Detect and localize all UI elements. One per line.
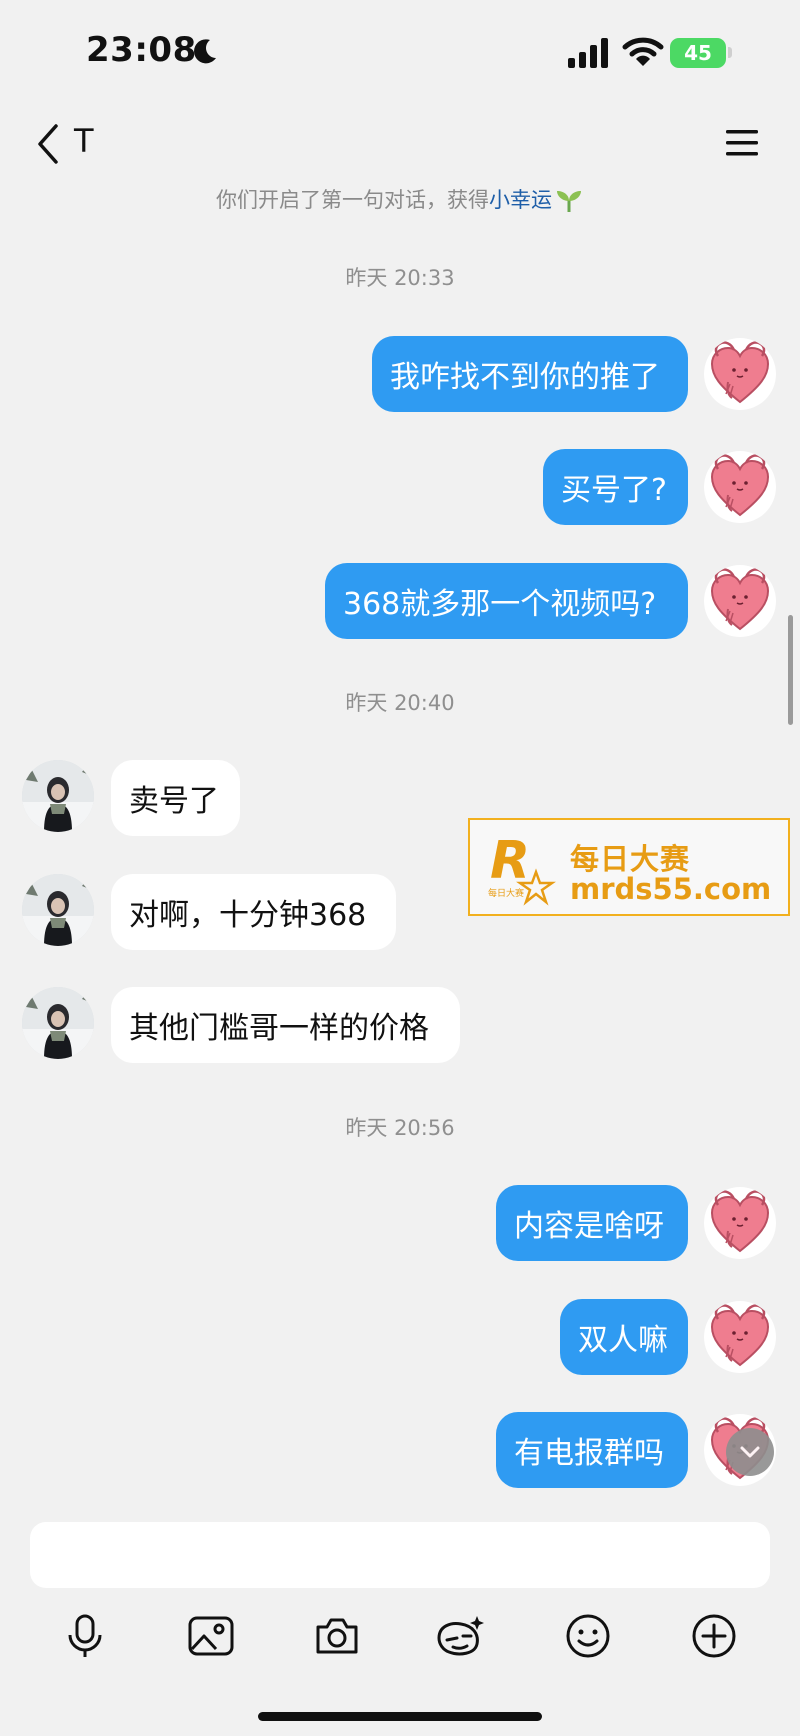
message-bubble-incoming[interactable]: 卖号了 (111, 760, 240, 836)
scroll-to-bottom-button[interactable] (726, 1428, 774, 1476)
cellular-signal-icon (568, 38, 608, 68)
more-button[interactable] (686, 1608, 742, 1664)
message-bubble-outgoing[interactable]: 368就多那一个视频吗? (325, 563, 688, 639)
avatar[interactable] (704, 1187, 776, 1259)
chat-header: T (0, 100, 800, 182)
message-input[interactable] (30, 1522, 770, 1588)
moon-icon (194, 39, 216, 64)
sticker-button[interactable] (432, 1608, 488, 1664)
avatar[interactable] (704, 1301, 776, 1373)
avatar[interactable] (22, 987, 94, 1059)
message-bubble-outgoing[interactable]: 内容是啥呀 (496, 1185, 688, 1261)
chevron-left-icon (38, 124, 58, 164)
avatar[interactable] (704, 451, 776, 523)
battery-level: 45 (684, 41, 712, 65)
avatar[interactable] (704, 565, 776, 637)
chevron-down-icon (740, 1446, 760, 1458)
back-button[interactable] (20, 116, 76, 172)
image-button[interactable] (183, 1608, 239, 1664)
message-bubble-incoming[interactable]: 对啊，十分钟368 (111, 874, 396, 950)
composer-area (0, 1500, 800, 1736)
message-text: 内容是啥呀 (514, 1209, 664, 1244)
sprout-icon (557, 191, 581, 212)
wifi-icon (622, 37, 664, 66)
message-text: 有电报群吗 (514, 1436, 664, 1471)
emoji-button[interactable] (560, 1608, 616, 1664)
scrollbar[interactable] (788, 615, 793, 725)
timestamp-divider: 昨天 20:33 (345, 266, 455, 290)
camera-icon (316, 1618, 358, 1654)
message-bubble-incoming[interactable]: 其他门槛哥一样的价格 (111, 987, 460, 1063)
message-text: 368就多那一个视频吗? (343, 587, 657, 622)
status-time: 23:08 (86, 30, 197, 70)
plus-icon (692, 1614, 736, 1658)
notice-text: 你们开启了第一句对话，获得 (216, 188, 489, 212)
watermark-logo: R 每日大赛 (488, 831, 556, 906)
microphone-icon (68, 1614, 102, 1657)
battery-tip (728, 47, 732, 58)
notice-highlight[interactable]: 小幸运 (489, 188, 552, 212)
message-bubble-outgoing[interactable]: 买号了? (543, 449, 688, 525)
battery-indicator: 45 (670, 38, 726, 68)
message-bubble-outgoing[interactable]: 有电报群吗 (496, 1412, 688, 1488)
watermark: R 每日大赛 每日大赛 mrds55.com (468, 818, 790, 916)
menu-icon[interactable] (716, 118, 768, 166)
timestamp-divider: 昨天 20:56 (345, 1116, 455, 1140)
avatar[interactable] (704, 338, 776, 410)
message-bubble-outgoing[interactable]: 双人嘛 (560, 1299, 688, 1375)
message-text: 我咋找不到你的推了 (390, 360, 660, 395)
message-text: 其他门槛哥一样的价格 (129, 1011, 429, 1046)
sticker-icon (437, 1616, 484, 1656)
camera-button[interactable] (309, 1608, 365, 1664)
avatar[interactable] (22, 874, 94, 946)
watermark-url: mrds55.com (570, 872, 772, 906)
message-text: 买号了? (561, 473, 667, 508)
message-text: 对啊，十分钟368 (129, 898, 367, 933)
svg-text:每日大赛: 每日大赛 (488, 887, 524, 899)
emoji-icon (566, 1614, 610, 1658)
home-indicator (258, 1712, 542, 1721)
voice-button[interactable] (57, 1608, 113, 1664)
timestamp-divider: 昨天 20:40 (345, 691, 455, 715)
message-bubble-outgoing[interactable]: 我咋找不到你的推了 (372, 336, 688, 412)
message-text: 卖号了 (129, 784, 219, 819)
chat-title: T (74, 122, 94, 160)
status-bar: 23:08 45 (0, 0, 800, 100)
message-text: 双人嘛 (578, 1323, 668, 1358)
system-notice: 你们开启了第一句对话，获得小幸运 (0, 184, 800, 214)
avatar[interactable] (22, 760, 94, 832)
image-icon (188, 1616, 234, 1656)
